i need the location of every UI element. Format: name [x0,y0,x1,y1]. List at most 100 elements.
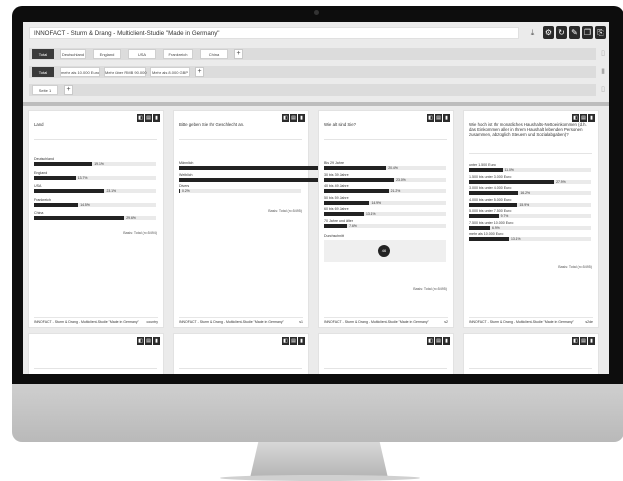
bar-track: 29.6% [34,216,156,220]
bar-label: 1.500 bis unter 3.000 Euro [469,174,512,179]
footer-page: s2 [444,320,448,324]
bar-label: Weiblich [179,172,193,177]
save-icon[interactable]: ◧ [572,114,579,122]
filter-income-gbp[interactable]: Mehr als 8.000 GBP [150,67,190,77]
save-icon[interactable]: ◧ [427,114,434,122]
table-icon[interactable]: ▤ [580,114,587,122]
question-divider [324,368,447,369]
filter-usa[interactable]: USA [128,49,156,59]
question-card-empty: ◧ ▤ ▮ [173,333,309,374]
page-icon[interactable]: ▯ [599,85,607,95]
filter-deutschland[interactable]: Deutschland [60,49,86,59]
chart-icon[interactable]: ▮ [599,67,607,77]
bar-fill [469,191,519,195]
filter-china[interactable]: China [200,49,228,59]
download-icon[interactable]: ⤓ [527,26,538,39]
table-icon[interactable]: ▤ [435,114,442,122]
table-icon[interactable]: ▤ [580,337,587,345]
delete-icon[interactable]: ▮ [298,114,305,122]
bar-percent: 27.9% [556,179,566,184]
delete-icon[interactable]: ▮ [298,337,305,345]
question-divider [179,139,302,140]
bar-fill [34,175,76,180]
bar-track: 0.2% [179,189,301,193]
bar-percent: 13.1% [365,212,376,216]
bar-track: 9.7% [469,214,591,218]
table-icon[interactable]: ▤ [435,337,442,345]
card-toolbar: ◧ ▤ ▮ [427,114,450,122]
bar-percent: 19.1% [94,162,104,166]
question-card: ◧ ▤ ▮ Bitte geben Sie Ihr Geschlecht an. Män… [173,110,351,328]
bar-fill [324,189,389,193]
filter-total-2[interactable]: Total [32,67,54,77]
document-icon[interactable]: ▯ [599,49,607,59]
bar-track: 7.6% [324,223,446,228]
page-tab[interactable]: Seite 1 [32,85,58,95]
card-footer: INNOFACT - Sturm & Drang - Multiclient-S… [324,317,448,326]
bar-label: 4.000 bis unter 5.000 Euro [469,197,512,202]
question-card-empty: ◧ ▤ ▮ [318,333,454,374]
delete-icon[interactable]: ▮ [588,337,595,345]
table-icon[interactable]: ▤ [145,337,152,345]
question-text: Wie alt sind Sie? [324,122,357,127]
filter-total[interactable]: Total [32,49,54,59]
bar-label: 70 Jahre und älter [324,218,353,223]
delete-icon[interactable]: ▮ [443,114,450,122]
bar-label: England [34,170,48,175]
footer-title: INNOFACT - Sturm & Drang - Multiclient-S… [469,320,574,324]
save-icon[interactable]: ◧ [572,337,579,345]
question-divider [469,153,592,154]
bar-percent: 11.0% [504,168,514,172]
bar-track: 14.5% [34,202,156,207]
filter-income-rmb[interactable]: Mehr über RMB 90.000 [104,67,147,77]
bar-fill [34,202,79,207]
question-text: Bitte geben Sie Ihr Geschlecht an. [179,122,245,127]
bar-label: Deutschland [34,157,54,161]
export-icon[interactable]: ⎘ [595,26,606,39]
bar-percent: 15.9% [519,202,530,207]
save-icon[interactable]: ◧ [137,114,144,122]
basis-text: Basis: Total (n=5495) [558,265,592,269]
report-title-field[interactable]: INNOFACT - Sturm & Drang - Multiclient-S… [29,27,519,39]
question-card-empty: ◧ ▤ ▮ [463,333,599,374]
bar-label: 30 bis 39 Jahre [324,172,349,177]
bar-fill [324,177,395,182]
footer-title: INNOFACT - Sturm & Drang - Multiclient-S… [34,320,139,324]
bar-track: 20.4% [324,166,446,170]
question-text: Wie hoch ist Ihr monatliches Haushalts-N… [469,122,587,138]
bar-fill [324,200,370,205]
filter-england[interactable]: England [93,49,121,59]
filter-income-eur[interactable]: mehr als 10.000 Euro [60,67,100,77]
table-icon[interactable]: ▤ [290,114,297,122]
table-icon[interactable]: ▤ [145,114,152,122]
bar-fill [34,189,105,193]
save-icon[interactable]: ◧ [427,337,434,345]
delete-icon[interactable]: ▮ [443,337,450,345]
monitor-stand [250,442,388,478]
bar-percent: 0.2% [182,189,190,193]
add-page-button[interactable]: + [64,85,73,95]
bar-label: USA [34,184,42,188]
copy-icon[interactable]: ❐ [582,26,593,39]
bar-track: 11.0% [469,168,591,172]
card-footer: INNOFACT - Sturm & Drang - Multiclient-S… [179,317,303,326]
delete-icon[interactable]: ▮ [153,337,160,345]
bar-percent: 23.1% [106,189,117,193]
save-icon[interactable]: ◧ [282,114,289,122]
delete-icon[interactable]: ▮ [153,114,160,122]
add-filter-button[interactable]: + [234,49,243,59]
filter-frankreich[interactable]: Frankreich [163,49,193,59]
delete-icon[interactable]: ▮ [588,114,595,122]
bar-label: Divers [179,184,190,188]
average-box: 46 [324,240,446,262]
save-icon[interactable]: ◧ [137,337,144,345]
settings-icon[interactable]: ⚙ [543,26,554,39]
bar-track: 19.1% [34,162,156,166]
edit-icon[interactable]: ✎ [569,26,580,39]
bar-percent: 16.2% [520,191,531,195]
table-icon[interactable]: ▤ [290,337,297,345]
bar-percent: 14.9% [371,200,382,205]
save-icon[interactable]: ◧ [282,337,289,345]
refresh-icon[interactable]: ↻ [556,26,567,39]
add-filter-button-2[interactable]: + [195,67,204,77]
